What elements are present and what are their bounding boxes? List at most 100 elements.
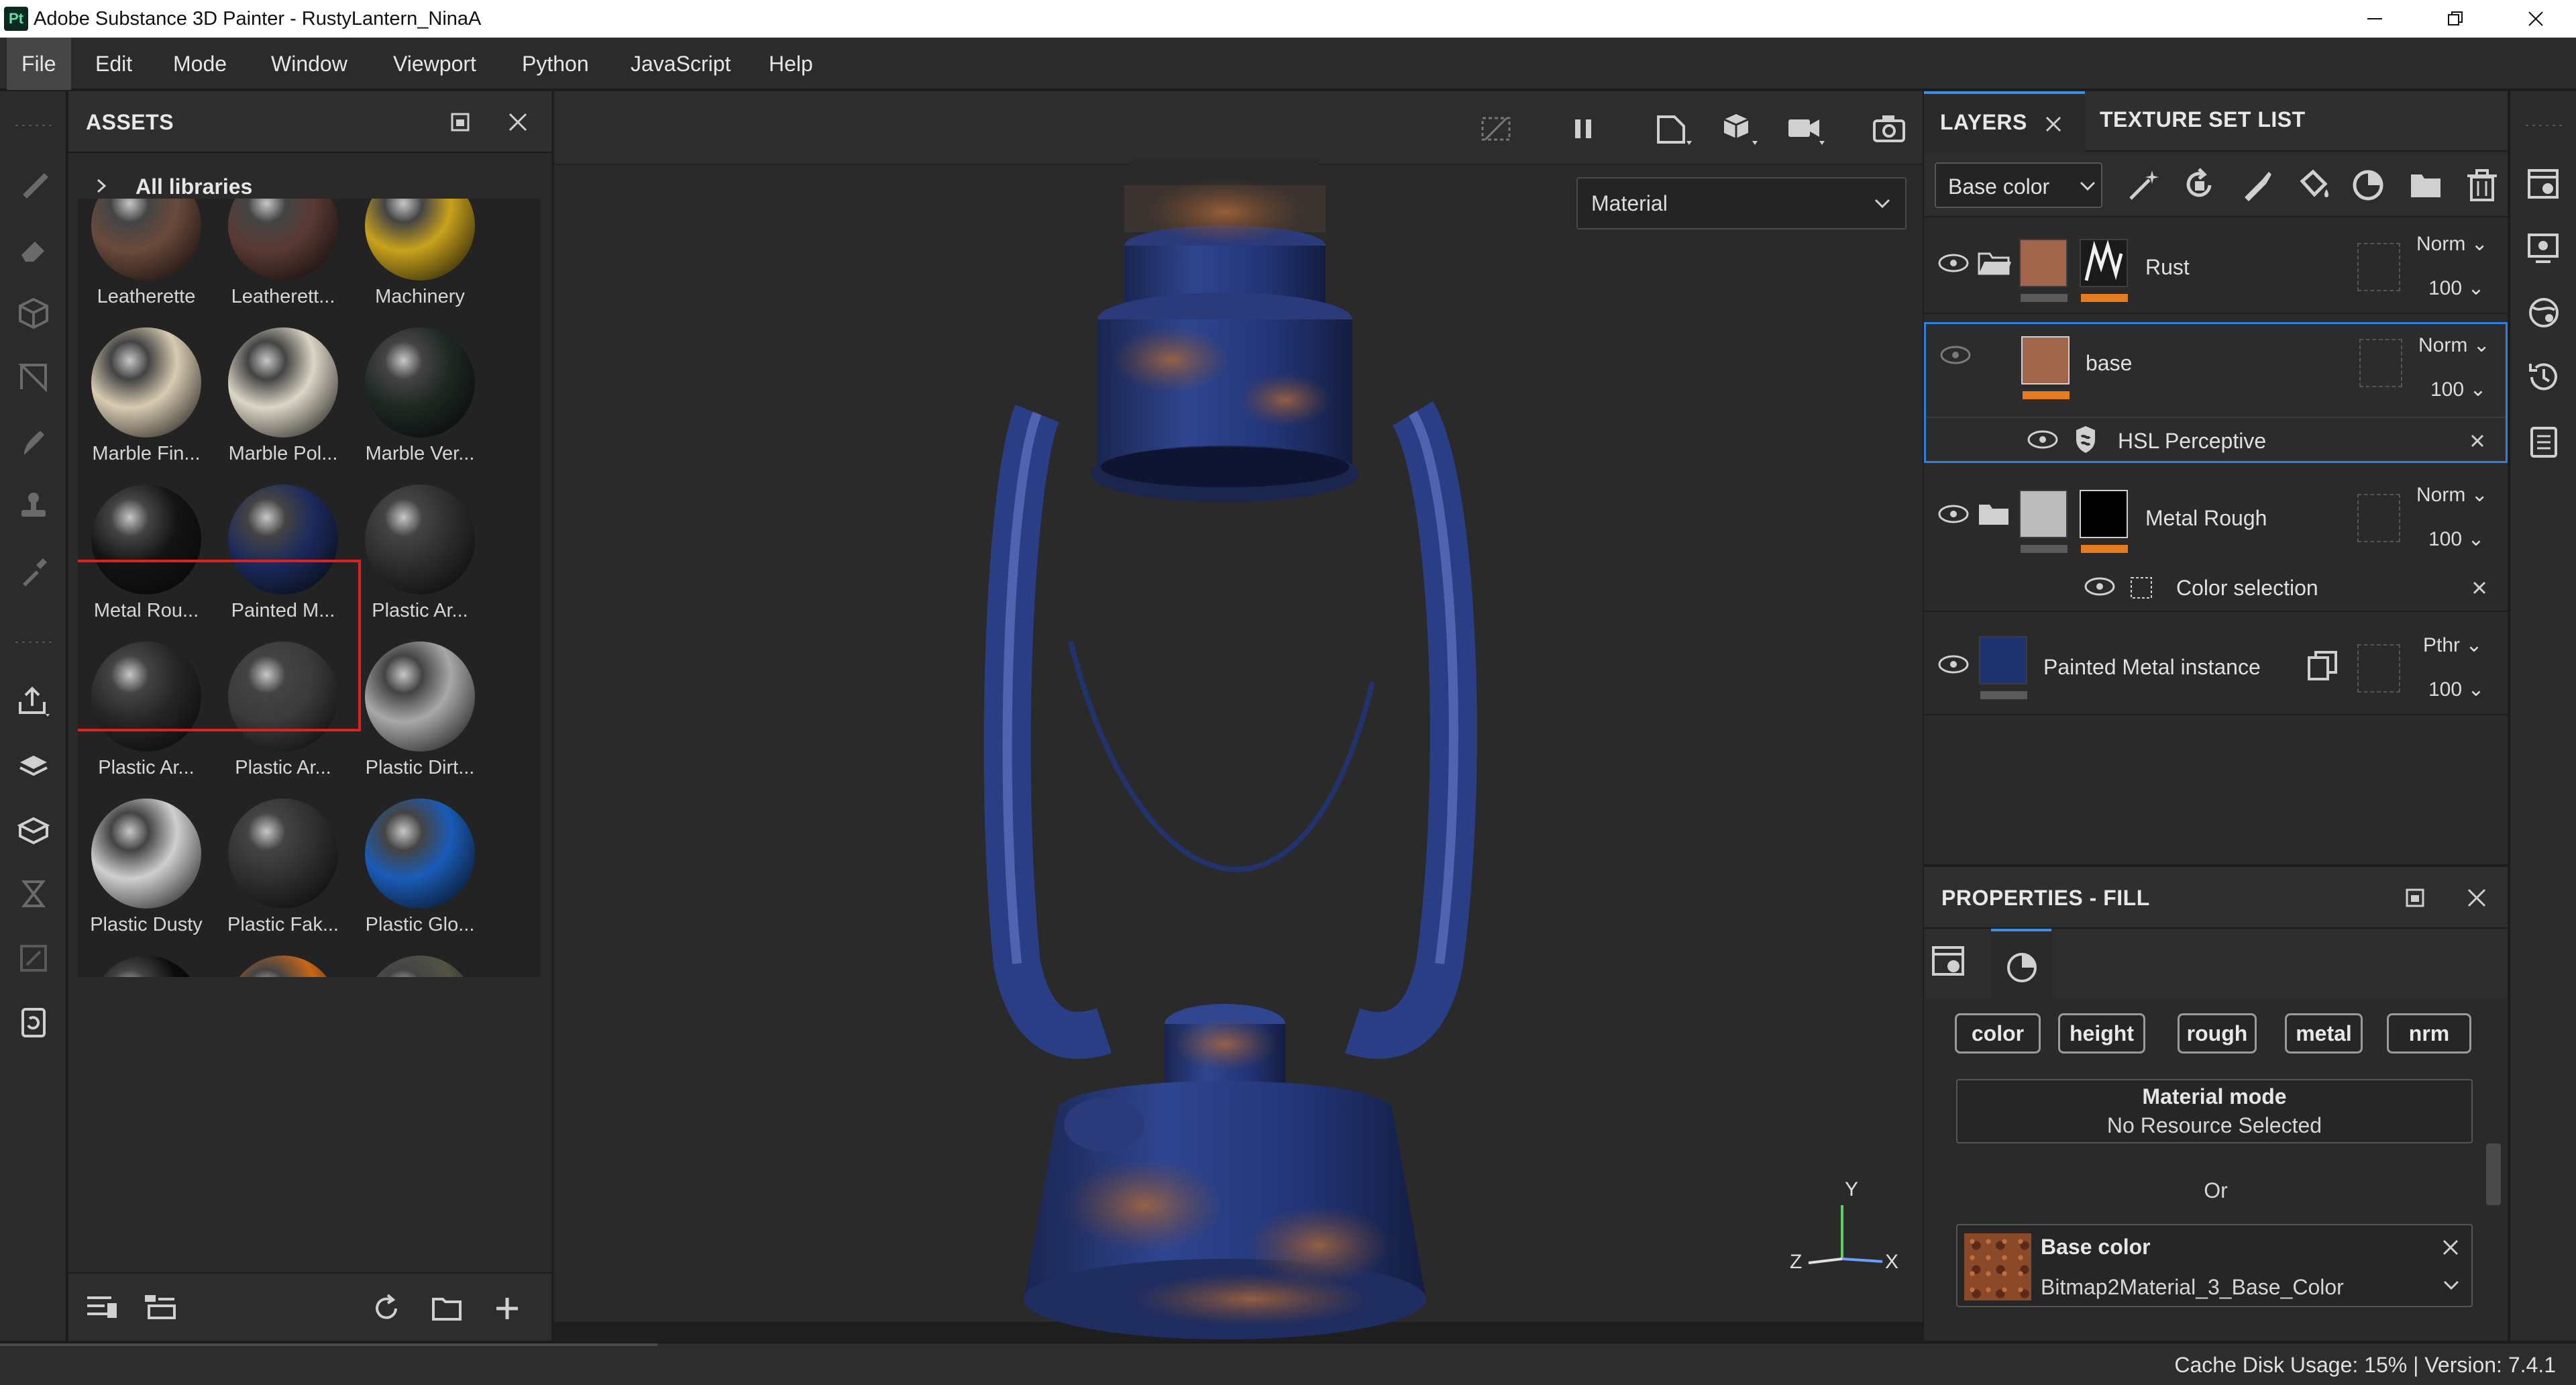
log-button[interactable] bbox=[2525, 423, 2563, 460]
geometry-mask-tool[interactable] bbox=[15, 358, 52, 396]
view-2d3d-button[interactable] bbox=[1654, 111, 1695, 149]
close-icon[interactable] bbox=[2440, 1237, 2461, 1258]
instance-icon[interactable] bbox=[2306, 650, 2339, 682]
properties-scrollbar[interactable] bbox=[2486, 1143, 2501, 1205]
asset-tile[interactable]: Plastic Grai... bbox=[352, 950, 488, 977]
smudge-tool[interactable] bbox=[15, 423, 52, 460]
delete-layer-button[interactable] bbox=[2465, 168, 2500, 203]
clone-tool[interactable] bbox=[15, 487, 52, 525]
base-color-slot[interactable]: Base color Bitmap2Material_3_Base_Color bbox=[1956, 1224, 2473, 1307]
chevron-down-icon[interactable] bbox=[2442, 1279, 2461, 1292]
asset-tile[interactable]: Plastic Fak... bbox=[215, 793, 352, 950]
layer-row-painted-metal[interactable]: Painted Metal instance Pthr ⌄ 100 ⌄ bbox=[1924, 620, 2508, 715]
minimize-button[interactable] bbox=[2341, 0, 2408, 38]
hide-ui-button[interactable] bbox=[1480, 113, 1512, 145]
asset-tile[interactable]: Marble Fin... bbox=[78, 322, 215, 479]
asset-tile[interactable]: Plastic Ar... bbox=[352, 479, 488, 636]
blend-mode[interactable]: Norm ⌄ bbox=[2418, 334, 2490, 357]
layer-mask-slot[interactable] bbox=[2359, 339, 2402, 387]
add-smart-material-button[interactable] bbox=[2352, 168, 2387, 203]
menu-file[interactable]: File bbox=[7, 38, 71, 90]
asset-tile[interactable]: Plastic Glo... bbox=[352, 793, 488, 950]
list-view-button[interactable] bbox=[142, 1292, 177, 1322]
layer-row-rust[interactable]: Rust Norm ⌄ 100 ⌄ bbox=[1924, 219, 2508, 314]
channel-metal-button[interactable]: metal bbox=[2285, 1013, 2363, 1054]
layer-mask-slot[interactable] bbox=[2357, 644, 2400, 692]
channel-dropdown[interactable]: Base color bbox=[1935, 162, 2102, 208]
chevron-right-icon[interactable] bbox=[93, 177, 110, 195]
asset-tile[interactable]: Plastic Dirt... bbox=[352, 636, 488, 793]
add-effect-button[interactable] bbox=[2127, 168, 2161, 203]
undock-button[interactable] bbox=[448, 110, 472, 134]
breadcrumb-all-libraries[interactable]: All libraries bbox=[136, 174, 252, 199]
close-icon[interactable] bbox=[2465, 886, 2489, 910]
timeline-tool[interactable] bbox=[15, 875, 52, 913]
layer-mask-slot[interactable] bbox=[2357, 494, 2400, 542]
close-assets-button[interactable] bbox=[506, 110, 530, 134]
eraser-tool[interactable] bbox=[15, 229, 52, 267]
projection-tool[interactable] bbox=[15, 294, 52, 331]
texture-set-settings-button[interactable] bbox=[2525, 165, 2563, 203]
layer-opacity[interactable]: 100 ⌄ bbox=[2428, 276, 2485, 300]
refresh-button[interactable] bbox=[370, 1292, 402, 1325]
add-fill-layer-button[interactable] bbox=[2296, 168, 2330, 203]
close-icon[interactable] bbox=[2471, 580, 2487, 596]
tab-layers[interactable]: LAYERS bbox=[1924, 91, 2085, 152]
add-paint-layer-button[interactable] bbox=[2239, 168, 2274, 203]
display-mode-button[interactable] bbox=[1721, 111, 1762, 149]
close-icon[interactable] bbox=[2469, 433, 2485, 449]
blend-mode[interactable]: Norm ⌄ bbox=[2416, 232, 2488, 256]
menu-help[interactable]: Help bbox=[754, 38, 828, 90]
restore-button[interactable] bbox=[2422, 0, 2489, 38]
add-folder-button[interactable] bbox=[2408, 168, 2443, 203]
viewport-material-dropdown[interactable]: Material bbox=[1576, 177, 1907, 229]
channel-rough-button[interactable]: rough bbox=[2178, 1013, 2257, 1054]
add-button[interactable] bbox=[491, 1292, 523, 1325]
channel-nrm-button[interactable]: nrm bbox=[2387, 1013, 2471, 1054]
tab-material[interactable] bbox=[1991, 929, 2051, 998]
history-button[interactable] bbox=[2525, 358, 2563, 396]
layer-opacity[interactable]: 100 ⌄ bbox=[2428, 678, 2485, 701]
blend-mode[interactable]: Norm ⌄ bbox=[2416, 483, 2488, 507]
bake-tool[interactable] bbox=[15, 746, 52, 784]
layer-row-base[interactable]: base Norm ⌄ 100 ⌄ HSL Perceptive bbox=[1924, 322, 2508, 463]
color-picker-tool[interactable] bbox=[15, 552, 52, 589]
layer-mask-slot[interactable] bbox=[2357, 243, 2400, 291]
tab-texture-set-list[interactable]: TEXTURE SET LIST bbox=[2100, 107, 2306, 132]
layer-opacity[interactable]: 100 ⌄ bbox=[2428, 527, 2485, 551]
asset-tile[interactable]: Marble Pol... bbox=[215, 322, 352, 479]
asset-tile[interactable]: Machinery bbox=[352, 199, 488, 322]
paint-tool[interactable] bbox=[15, 165, 52, 203]
add-mask-button[interactable] bbox=[2183, 168, 2218, 203]
viewport[interactable]: Material Y X Z bbox=[554, 91, 1923, 1339]
iray-tool[interactable] bbox=[15, 939, 52, 977]
camera-mode-button[interactable] bbox=[1786, 111, 1829, 149]
display-settings-tool[interactable] bbox=[15, 811, 52, 848]
tab-layer-settings[interactable] bbox=[1931, 943, 1984, 990]
history-tool[interactable] bbox=[15, 1004, 52, 1041]
pause-render-button[interactable] bbox=[1567, 113, 1599, 145]
channel-color-button[interactable]: color bbox=[1955, 1013, 2041, 1054]
menu-edit[interactable]: Edit bbox=[80, 38, 147, 90]
menu-javascript[interactable]: JavaScript bbox=[616, 38, 745, 90]
asset-tile[interactable]: Plastic Glo... bbox=[215, 950, 352, 977]
menu-mode[interactable]: Mode bbox=[158, 38, 241, 90]
channel-height-button[interactable]: height bbox=[2058, 1013, 2145, 1054]
menu-python[interactable]: Python bbox=[507, 38, 604, 90]
shader-settings-button[interactable] bbox=[2525, 294, 2563, 331]
folder-button[interactable] bbox=[431, 1292, 463, 1325]
display-settings-button[interactable] bbox=[2525, 229, 2563, 267]
asset-tile[interactable]: Plastic Dusty bbox=[78, 793, 215, 950]
asset-tile[interactable]: Marble Ver... bbox=[352, 322, 488, 479]
blend-mode[interactable]: Pthr ⌄ bbox=[2423, 633, 2483, 657]
menu-viewport[interactable]: Viewport bbox=[378, 38, 491, 90]
asset-tile[interactable]: Plastic Glo... bbox=[78, 950, 215, 977]
layer-opacity[interactable]: 100 ⌄ bbox=[2430, 378, 2487, 401]
menu-window[interactable]: Window bbox=[256, 38, 362, 90]
asset-tile[interactable]: Leatherett... bbox=[215, 199, 352, 322]
layer-row-metal-rough[interactable]: Metal Rough Norm ⌄ 100 ⌄ Color selection bbox=[1924, 471, 2508, 612]
close-window-button[interactable] bbox=[2502, 0, 2569, 38]
material-mode-box[interactable]: Material mode No Resource Selected bbox=[1956, 1079, 2473, 1143]
export-tool[interactable] bbox=[15, 682, 52, 719]
undock-icon[interactable] bbox=[2403, 886, 2427, 910]
